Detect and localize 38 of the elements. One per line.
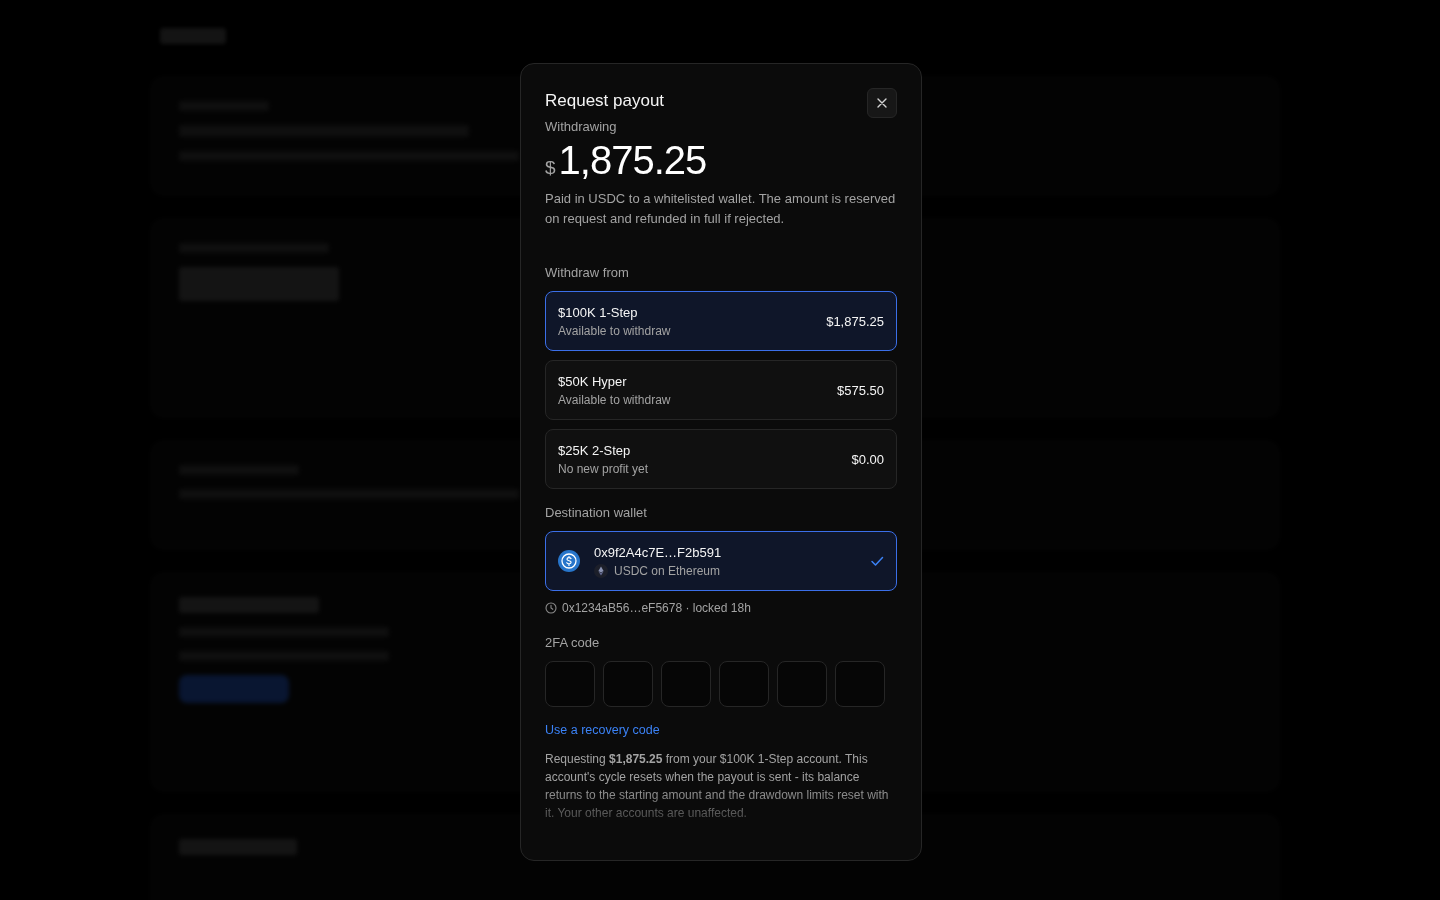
account-status: Available to withdraw [558, 392, 672, 407]
ethereum-icon [594, 563, 608, 578]
code-digit-field[interactable] [719, 661, 769, 707]
code-digit-field[interactable] [661, 661, 711, 707]
section-label: 2FA code [545, 635, 601, 650]
summary-text: Requesting $1,875.25 from your $100K 1-Step account. This account's cycle resets when the payout is sent - its balance returns to the starting amount and the drawdown limits reset with it. Your other accounts are unaffected. [545, 751, 890, 822]
dialog-title: Request payout [545, 91, 665, 111]
account-amount: $575.50 [837, 382, 884, 398]
coin-icon [558, 550, 580, 572]
wallet-option[interactable]: 0x9f2A4c7E…F2b591 USDC on Ethereum [545, 531, 897, 591]
account-amount: $1,875.25 [826, 313, 884, 329]
account-name: $50K Hyper [558, 373, 628, 389]
account-option[interactable]: $100K 1-Step Available to withdraw $1,875.25 [545, 291, 897, 351]
currency-symbol: $ [545, 157, 556, 179]
account-status: No new profit yet [558, 461, 650, 476]
description-text: Paid in USDC to a whitelisted wallet. The amount is reserved on request and refunded in full if rejected. [545, 190, 897, 228]
account-option[interactable]: $25K 2-Step No new profit yet $0.00 [545, 429, 897, 489]
payout-amount: 1,875.25 [558, 138, 707, 182]
section-label: Destination wallet [545, 505, 648, 520]
wallet-address: 0x9f2A4c7E…F2b591 [594, 544, 723, 560]
account-option[interactable]: $50K Hyper Available to withdraw $575.50 [545, 360, 897, 420]
code-digit-field[interactable] [545, 661, 595, 707]
wallet-network: USDC on Ethereum [614, 563, 721, 578]
close-icon [877, 98, 887, 108]
clock-icon [545, 602, 557, 614]
section-label: Withdrawing [545, 119, 618, 134]
close-button[interactable] [867, 88, 897, 118]
code-digit-field[interactable] [603, 661, 653, 707]
locked-wallet-note: 0x1234aB56…eF5678 · locked 18h [562, 601, 751, 615]
check-icon [870, 554, 884, 568]
account-name: $100K 1-Step [558, 304, 639, 320]
code-digit-field[interactable] [835, 661, 885, 707]
account-name: $25K 2-Step [558, 442, 632, 458]
account-amount: $0.00 [851, 451, 884, 467]
section-label: Withdraw from [545, 265, 630, 280]
code-digit-field[interactable] [777, 661, 827, 707]
account-status: Available to withdraw [558, 323, 672, 338]
recovery-code-link[interactable]: Use a recovery code [545, 723, 660, 737]
